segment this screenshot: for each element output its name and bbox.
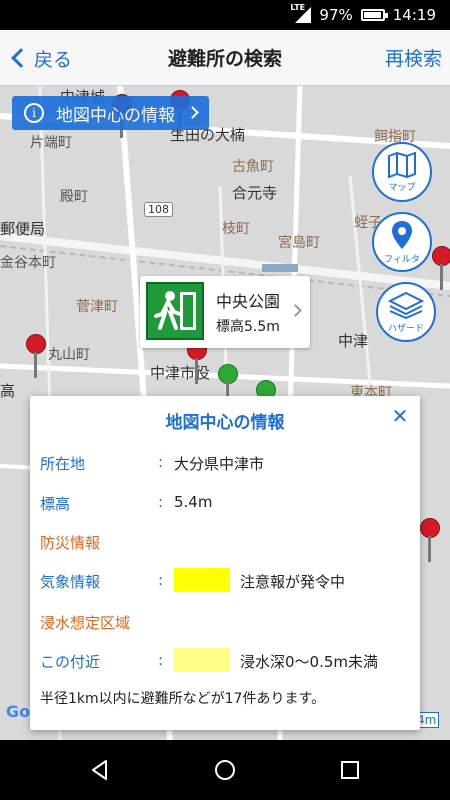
center-info-label: 地図中心の情報 bbox=[56, 105, 175, 126]
nearby-value: 浸水深0〜0.5m未満 bbox=[240, 653, 379, 671]
elevation-label: 標高 bbox=[40, 495, 71, 513]
map-button[interactable]: マップ bbox=[372, 142, 432, 202]
section-flood: 浸水想定区域 bbox=[40, 614, 131, 632]
map-label: 殿町 bbox=[60, 189, 88, 205]
weather-value: 注意報が発令中 bbox=[240, 573, 346, 591]
map-label: 郵便局 bbox=[0, 220, 46, 238]
recent-apps-icon[interactable] bbox=[338, 758, 362, 782]
status-right: LTE 97% 14:19 bbox=[290, 0, 436, 30]
chevron-right-icon bbox=[186, 106, 199, 119]
address-colon: : bbox=[158, 453, 164, 471]
map-label: 中津市役 bbox=[150, 364, 211, 382]
section-disaster: 防災情報 bbox=[40, 534, 101, 552]
weather-swatch bbox=[174, 568, 230, 592]
close-icon[interactable]: ✕ bbox=[390, 406, 410, 426]
location-pin-icon bbox=[392, 220, 412, 249]
nearby-label: この付近 bbox=[40, 653, 101, 671]
hazard-button[interactable]: ハザード bbox=[376, 282, 436, 342]
nearby-colon: : bbox=[158, 651, 164, 669]
map-button-label: マップ bbox=[388, 182, 416, 193]
navigation-bar: 戻る 避難所の検索 再検索 bbox=[0, 30, 450, 86]
filter-button[interactable]: フィルタ bbox=[372, 212, 432, 272]
weather-row: 気象情報 : 注意報が発令中 bbox=[30, 566, 420, 596]
address-label: 所在地 bbox=[40, 455, 86, 473]
weather-label: 気象情報 bbox=[40, 573, 101, 591]
map-label: 菅津町 bbox=[76, 299, 118, 315]
map-label: 高 bbox=[0, 382, 16, 400]
clock: 14:19 bbox=[392, 6, 436, 24]
center-info-dialog: 地図中心の情報 ✕ 所在地 : 大分県中津市 標高 : 5.4m 防災情報 気象… bbox=[30, 396, 420, 730]
map-label: 丸山町 bbox=[48, 347, 90, 363]
dialog-footer: 半径1km以内に避難所などが17件あります。 bbox=[40, 691, 326, 707]
weather-colon: : bbox=[158, 571, 164, 589]
map-icon bbox=[388, 151, 416, 178]
elevation-value: 5.4m bbox=[174, 493, 213, 511]
map-label: 古魚町 bbox=[232, 159, 274, 175]
map-label: 金谷本町 bbox=[0, 255, 56, 271]
system-navigation-bar bbox=[0, 740, 450, 800]
nearby-swatch bbox=[174, 648, 230, 672]
shelter-callout[interactable]: 中央公園 標高5.5m bbox=[140, 276, 310, 348]
route-shield: 108 bbox=[144, 202, 173, 217]
chevron-right-icon bbox=[289, 304, 302, 317]
hazard-button-label: ハザード bbox=[387, 323, 424, 334]
elevation-colon: : bbox=[158, 493, 164, 511]
address-row: 所在地 : 大分県中津市 bbox=[30, 448, 420, 478]
map-label: 合元寺 bbox=[232, 184, 278, 202]
signal-icon: LTE bbox=[290, 3, 312, 23]
layers-icon bbox=[388, 291, 424, 319]
shelter-name: 中央公園 bbox=[216, 292, 281, 311]
shelter-elevation: 標高5.5m bbox=[216, 319, 280, 335]
map-label: 枝町 bbox=[222, 221, 250, 237]
address-value: 大分県中津市 bbox=[174, 455, 265, 473]
dialog-title: 地図中心の情報 bbox=[165, 413, 285, 433]
page-title: 避難所の検索 bbox=[167, 48, 282, 70]
map-label: 宮島町 bbox=[278, 235, 320, 251]
exit-icon bbox=[146, 282, 204, 340]
battery-percent: 97% bbox=[319, 6, 353, 24]
research-button[interactable]: 再検索 bbox=[385, 44, 442, 71]
info-icon: i bbox=[24, 103, 44, 123]
home-icon[interactable] bbox=[213, 758, 237, 782]
filter-button-label: フィルタ bbox=[384, 254, 420, 265]
back-icon[interactable] bbox=[88, 758, 112, 782]
elevation-row: 標高 : 5.4m bbox=[30, 488, 420, 518]
map-label: 中津 bbox=[338, 332, 369, 350]
center-info-button[interactable]: i 地図中心の情報 bbox=[12, 96, 209, 130]
battery-icon bbox=[360, 9, 388, 21]
status-bar: LTE 97% 14:19 bbox=[0, 0, 450, 30]
nearby-row: この付近 : 浸水深0〜0.5m未満 bbox=[30, 646, 420, 676]
map-label: 片端町 bbox=[30, 135, 72, 151]
